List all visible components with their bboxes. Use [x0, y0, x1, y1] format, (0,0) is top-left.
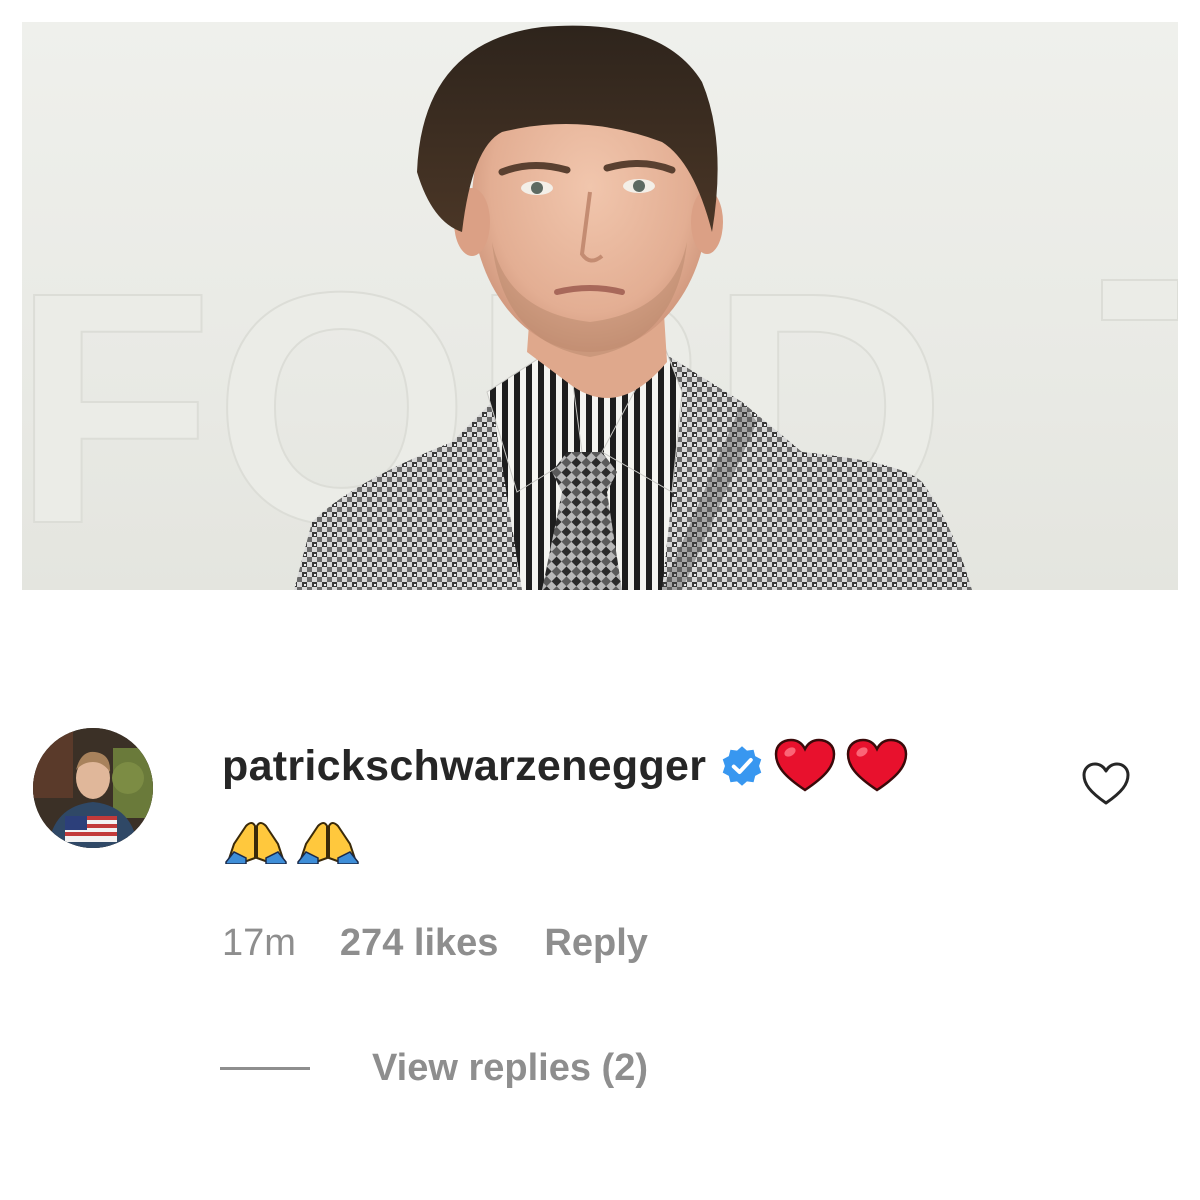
avatar[interactable]	[33, 728, 153, 848]
divider-line	[220, 1066, 310, 1070]
post-photo: FORD	[22, 22, 1178, 590]
emoji-line	[224, 818, 368, 864]
comment-header: patrickschwarzenegger	[222, 734, 908, 798]
verified-badge-icon	[723, 746, 762, 786]
avatar-photo	[33, 728, 153, 848]
reply-button[interactable]: Reply	[544, 922, 647, 965]
view-replies-label: View replies (2)	[372, 1046, 648, 1089]
username[interactable]: patrickschwarzenegger	[222, 742, 706, 791]
comment: patrickschwarzenegger 17m 274 likes Repl…	[0, 700, 1200, 1120]
timestamp: 17m	[222, 921, 296, 964]
red-heart-emoji	[847, 738, 908, 792]
folded-hands-emoji	[225, 822, 287, 864]
portrait-photo: FORD	[22, 25, 1178, 590]
red-heart-emoji	[775, 738, 836, 792]
view-replies-button[interactable]: View replies (2)	[220, 1042, 648, 1094]
likes-count[interactable]: 274 likes	[340, 922, 498, 965]
heart-outline-icon[interactable]	[1080, 760, 1132, 808]
comment-meta: 17m 274 likes Reply	[222, 918, 648, 968]
folded-hands-emoji	[297, 822, 359, 864]
